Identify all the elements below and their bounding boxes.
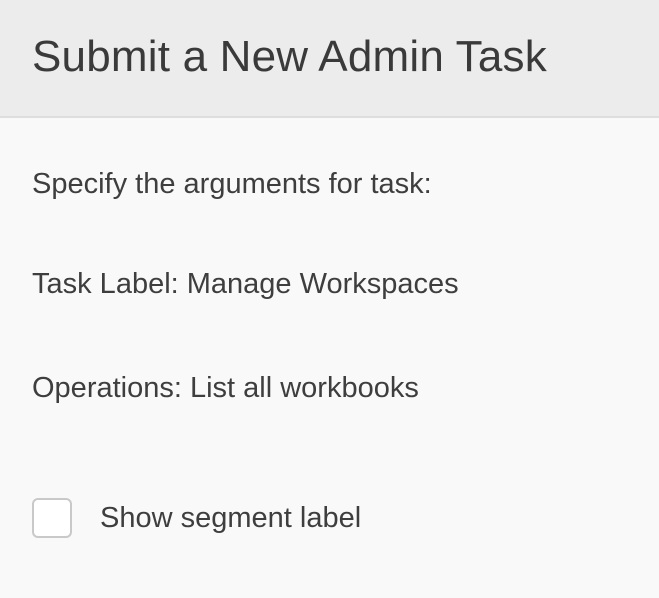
task-arguments-intro: Specify the arguments for task: [32,168,432,200]
submit-admin-task-dialog: Submit a New Admin Task Specify the argu… [0,0,659,598]
operations-text: Operations: List all workbooks [32,372,419,404]
show-segment-label-label[interactable]: Show segment label [100,500,361,536]
dialog-header: Submit a New Admin Task [0,0,659,118]
show-segment-label-checkbox[interactable] [32,498,72,538]
show-segment-label-option[interactable]: Show segment label [32,496,361,540]
task-label-text: Task Label: Manage Workspaces [32,268,459,300]
dialog-title: Submit a New Admin Task [32,32,547,81]
